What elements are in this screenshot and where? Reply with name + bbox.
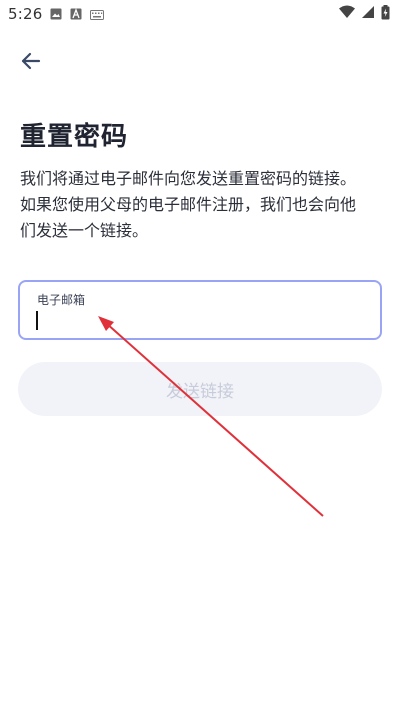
cellular-icon <box>361 5 375 23</box>
email-field[interactable]: 电子邮箱 <box>18 280 382 340</box>
status-left: 5:26 <box>8 5 105 23</box>
wifi-icon <box>339 5 355 23</box>
annotation-arrow <box>98 316 324 517</box>
status-bar: 5:26 <box>0 0 400 28</box>
send-link-button[interactable]: 发送链接 <box>18 362 382 416</box>
battery-charging-icon <box>381 4 390 24</box>
text-caret <box>36 311 38 330</box>
arrow-left-icon <box>19 49 43 77</box>
status-right <box>339 4 390 24</box>
keyboard-icon <box>90 8 105 20</box>
email-field-label: 电子邮箱 <box>37 293 86 307</box>
image-icon <box>50 8 62 20</box>
page-title: 重置密码 <box>20 122 129 152</box>
status-time: 5:26 <box>8 5 43 23</box>
back-button[interactable] <box>14 46 48 80</box>
a-letter-icon <box>70 8 82 20</box>
page-description: 我们将通过电子邮件向您发送重置密码的链接。如果您使用父母的电子邮件注册，我们也会… <box>20 169 357 240</box>
